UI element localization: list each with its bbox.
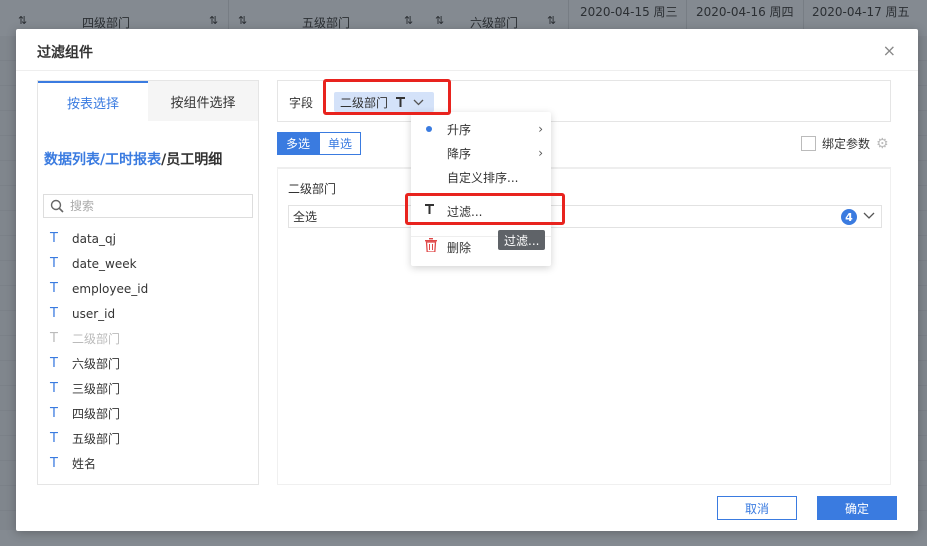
dialog-title: 过滤组件 [37, 45, 93, 61]
breadcrumb-link[interactable]: 数据列表/工时报表 [44, 152, 161, 168]
tooltip: 过滤... [498, 230, 546, 250]
divider [16, 70, 918, 71]
bind-param-label: 绑定参数 [822, 137, 871, 151]
date-column-header: 2020-04-15 周三 [580, 5, 678, 19]
field-item[interactable]: Tdata_qj [50, 226, 148, 251]
multi-select-button[interactable]: 多选 [277, 132, 320, 155]
selected-dot-icon [426, 126, 432, 132]
field-item[interactable]: T 五级部门 [50, 426, 148, 451]
search-icon [50, 199, 64, 213]
date-column-header: 2020-04-17 周五 [812, 5, 910, 19]
sort-icon[interactable]: ⇅ [435, 14, 444, 27]
field-item-disabled: T 二级部门 [50, 326, 148, 351]
field-name: 三级部门 [72, 382, 121, 396]
trash-icon [425, 238, 437, 252]
chevron-right-icon: › [538, 122, 543, 136]
bind-param-checkbox[interactable] [801, 136, 816, 151]
filter-select[interactable]: 全选 4 [288, 205, 882, 228]
menu-item-custom-sort[interactable]: 自定义排序... [411, 165, 551, 189]
search-box [43, 194, 253, 218]
text-type-icon: T [50, 281, 58, 296]
sort-icon[interactable]: ⇅ [547, 14, 556, 27]
field-drop-zone[interactable]: 字段 二级部门 [277, 80, 891, 122]
single-select-button[interactable]: 单选 [319, 132, 362, 155]
field-item[interactable]: T 三级部门 [50, 376, 148, 401]
text-type-icon: T [50, 356, 58, 371]
filter-select-value: 全选 [293, 210, 318, 224]
gear-icon[interactable]: ⚙ [876, 136, 889, 152]
filter-preview: 二级部门 全选 4 [277, 167, 891, 485]
menu-item-sort-descending[interactable]: 降序 › [411, 141, 551, 165]
field-item[interactable]: T 六级部门 [50, 351, 148, 376]
chevron-down-icon[interactable] [863, 209, 875, 223]
menu-item-label: 过滤... [447, 204, 483, 219]
filter-component-dialog: 过滤组件 × 按表选择 按组件选择 数据列表/工时报表/员工明细 Tdata_q… [16, 29, 918, 531]
date-column-header: 2020-04-16 周四 [696, 5, 794, 19]
sort-icon[interactable]: ⇅ [238, 14, 247, 27]
field-item[interactable]: T 四级部门 [50, 401, 148, 426]
menu-item-label: 降序 [447, 146, 472, 161]
chevron-right-icon: › [538, 146, 543, 160]
chevron-down-icon[interactable] [413, 99, 424, 106]
confirm-button[interactable]: 确定 [817, 496, 897, 520]
sort-icon[interactable]: ⇅ [404, 14, 413, 27]
filter-title: 二级部门 [288, 182, 337, 196]
menu-item-label: 自定义排序... [447, 170, 519, 185]
menu-item-filter[interactable]: 过滤... [411, 199, 551, 223]
text-type-icon: T [50, 256, 58, 271]
field-name: 六级部门 [72, 357, 121, 371]
tab-by-component[interactable]: 按组件选择 [148, 81, 258, 121]
cancel-button[interactable]: 取消 [717, 496, 797, 520]
close-icon[interactable]: × [883, 41, 896, 60]
tab-by-table[interactable]: 按表选择 [38, 81, 148, 121]
bind-param-option: 绑定参数 ⚙ [801, 135, 889, 152]
field-name: user_id [72, 306, 116, 321]
filter-icon [396, 97, 406, 107]
field-item[interactable]: T 姓名 [50, 451, 148, 476]
field-item[interactable]: Tuser_id [50, 301, 148, 326]
field-list: Tdata_qj Tdate_week Temployee_id Tuser_i… [50, 226, 148, 476]
text-type-icon: T [50, 331, 58, 346]
sort-icon[interactable]: ⇅ [209, 14, 218, 27]
text-type-icon: T [50, 431, 58, 446]
sort-icon[interactable]: ⇅ [18, 14, 27, 27]
field-chip-label: 二级部门 [340, 95, 389, 110]
menu-item-sort-ascending[interactable]: 升序 › [411, 117, 551, 141]
field-name: date_week [72, 256, 137, 271]
field-name: 四级部门 [72, 407, 121, 421]
text-type-icon: T [50, 456, 58, 471]
field-name: 姓名 [72, 457, 97, 471]
breadcrumb: 数据列表/工时报表/员工明细 [44, 149, 222, 169]
field-item[interactable]: Tdate_week [50, 251, 148, 276]
source-panel: 按表选择 按组件选择 数据列表/工时报表/员工明细 Tdata_qj Tdate… [37, 80, 259, 485]
selected-count-badge: 4 [841, 209, 857, 225]
filter-icon [425, 204, 434, 214]
menu-item-label: 升序 [447, 122, 472, 137]
field-name: data_qj [72, 231, 116, 246]
breadcrumb-current: /员工明细 [161, 152, 223, 168]
source-tabs: 按表选择 按组件选择 [38, 81, 258, 121]
field-label: 字段 [289, 96, 314, 110]
field-name: employee_id [72, 281, 149, 296]
field-chip[interactable]: 二级部门 [334, 92, 434, 112]
menu-item-label: 删除 [447, 240, 472, 255]
search-input[interactable] [70, 199, 240, 213]
selection-mode-toggle: 多选 单选 [277, 132, 362, 155]
text-type-icon: T [50, 306, 58, 321]
text-type-icon: T [50, 231, 58, 246]
field-item[interactable]: Temployee_id [50, 276, 148, 301]
field-name: 五级部门 [72, 432, 121, 446]
background-table-footer [0, 530, 927, 546]
field-name: 二级部门 [72, 332, 121, 346]
text-type-icon: T [50, 406, 58, 421]
text-type-icon: T [50, 381, 58, 396]
